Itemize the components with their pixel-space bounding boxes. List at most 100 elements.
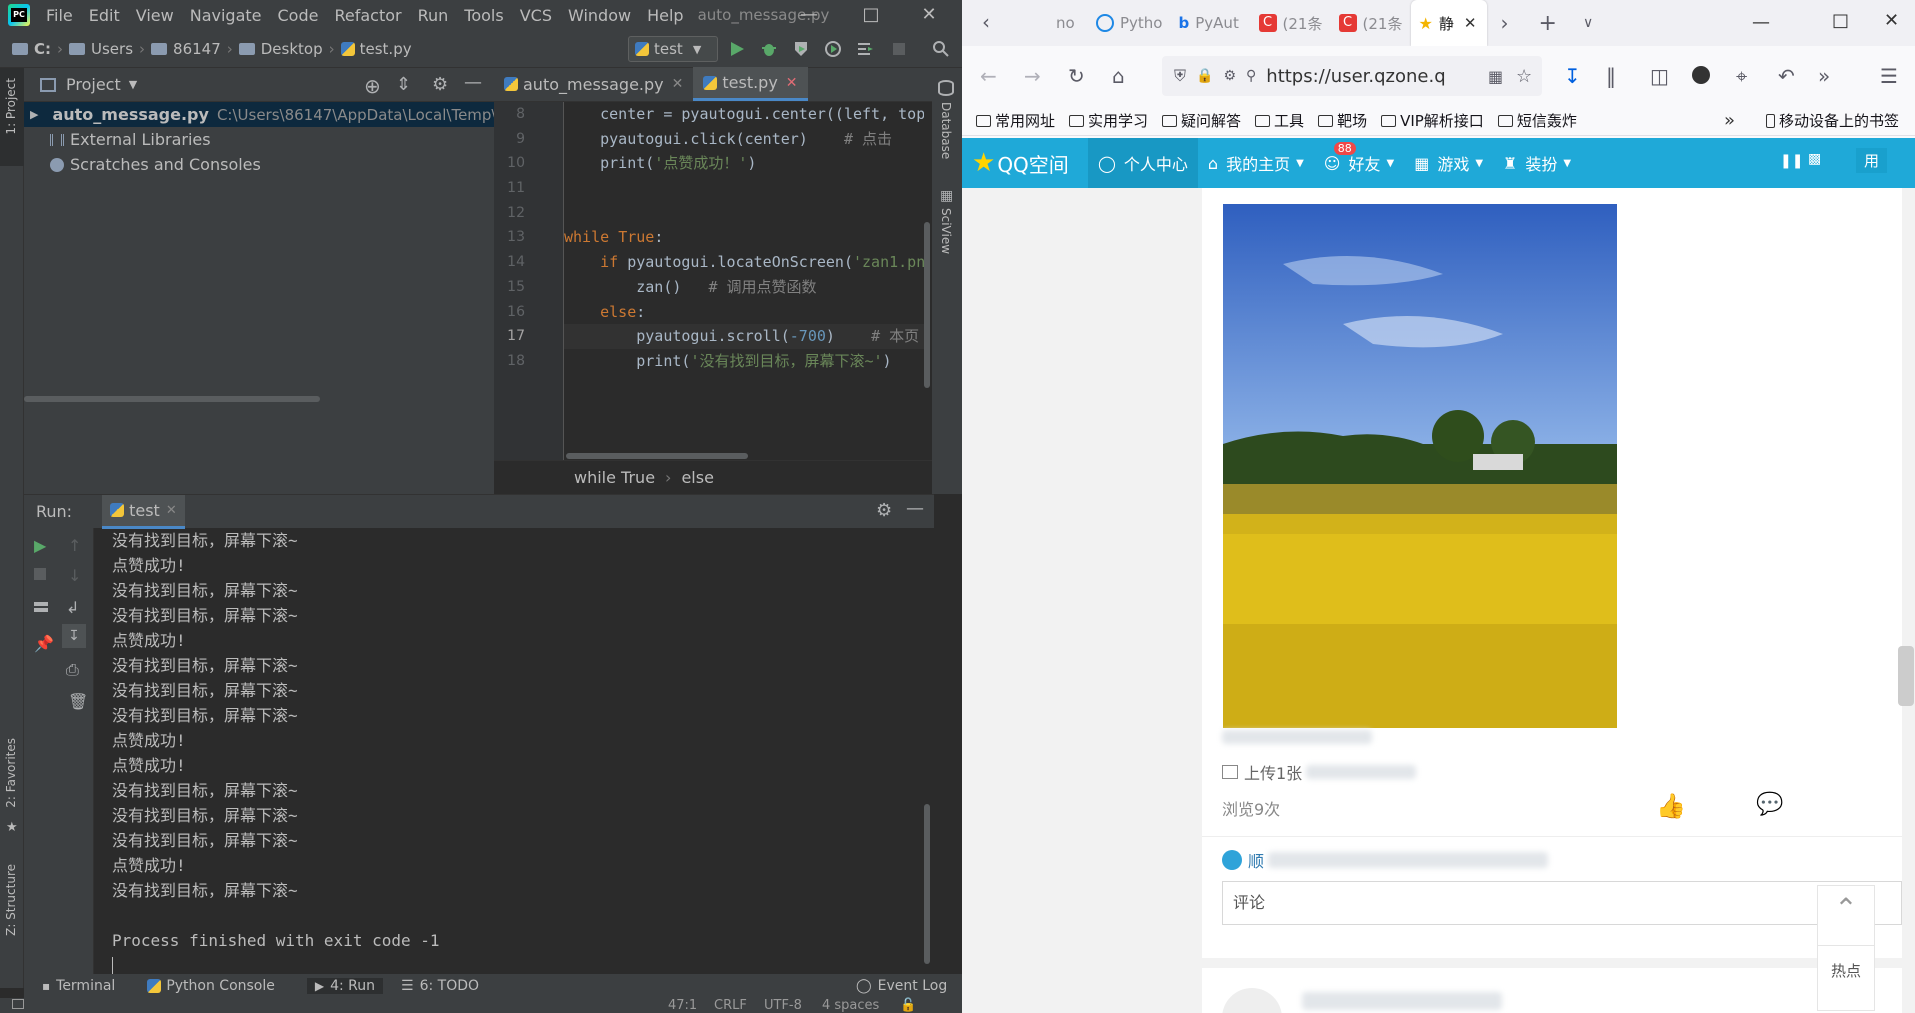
nav-games[interactable]: ▦ 游戏 ▼ bbox=[1404, 138, 1493, 188]
gear-icon[interactable]: ⚙ bbox=[432, 74, 448, 95]
editor-vertical-scrollbar[interactable] bbox=[924, 222, 930, 388]
code-line[interactable] bbox=[564, 176, 924, 201]
tool-tab-run[interactable]: ▶ 4: Run bbox=[306, 978, 384, 994]
tool-tab-terminal[interactable]: ▪ Terminal bbox=[42, 978, 129, 994]
breadcrumb-desktop[interactable]: Desktop bbox=[235, 40, 327, 58]
tool-tab-todo[interactable]: ☰ 6: TODO bbox=[401, 978, 493, 994]
rerun-icon[interactable]: ▶ bbox=[34, 536, 46, 555]
console-output[interactable]: 没有找到目标，屏幕下滚~ 点赞成功! 没有找到目标，屏幕下滚~ 没有找到目标，屏幕下滚… bbox=[94, 528, 934, 974]
layout-icon[interactable] bbox=[34, 602, 48, 612]
minimize-icon[interactable]: — bbox=[1752, 12, 1770, 33]
event-log-button[interactable]: ◯ Event Log bbox=[856, 978, 961, 994]
scroll-tabs-left-icon[interactable]: ‹ bbox=[982, 10, 990, 34]
bookmark-folder[interactable]: 疑问解答 bbox=[1162, 110, 1241, 131]
library-icon[interactable]: ‖ bbox=[1606, 64, 1616, 88]
up-arrow-icon[interactable]: ↑ bbox=[68, 536, 81, 555]
tree-item-external-libraries[interactable]: External Libraries bbox=[24, 127, 494, 152]
down-arrow-icon[interactable]: ↓ bbox=[68, 566, 81, 585]
tree-item-scratches[interactable]: Scratches and Consoles bbox=[24, 152, 494, 177]
indent-setting[interactable]: 4 spaces bbox=[822, 998, 879, 1013]
shield-icon[interactable]: ⛨ bbox=[1174, 66, 1186, 86]
bookmark-folder[interactable]: 工具 bbox=[1255, 110, 1304, 131]
code-line[interactable]: pyautogui.scroll(-700) # 本页 bbox=[564, 324, 924, 349]
code-line[interactable]: zan() # 调用点赞函数 bbox=[564, 275, 924, 300]
nav-my-homepage[interactable]: ⌂ 我的主页 ▼ bbox=[1198, 138, 1314, 188]
hide-icon[interactable]: — bbox=[906, 498, 924, 519]
back-to-top-icon[interactable]: ⌃ bbox=[1818, 892, 1874, 925]
menu-run[interactable]: Run bbox=[410, 6, 457, 25]
pause-icon[interactable]: ❚❚ bbox=[1780, 153, 1803, 169]
menu-view[interactable]: View bbox=[128, 6, 182, 25]
maximize-icon[interactable]: □ bbox=[848, 0, 894, 30]
close-tab-icon[interactable]: ✕ bbox=[1464, 14, 1477, 32]
code-line[interactable]: print('点赞成功！') bbox=[564, 151, 924, 176]
hide-icon[interactable]: — bbox=[464, 72, 482, 93]
tool-tab-database[interactable]: Database bbox=[939, 102, 953, 159]
back-icon[interactable]: ← bbox=[980, 64, 997, 88]
comment-input[interactable]: 评论 bbox=[1222, 881, 1902, 925]
coverage-icon[interactable] bbox=[792, 40, 810, 58]
menu-vcs[interactable]: VCS bbox=[512, 6, 560, 25]
account-avatar-icon[interactable] bbox=[1692, 66, 1710, 84]
breadcrumb-users[interactable]: Users bbox=[65, 40, 137, 58]
breadcrumb-while[interactable]: while True bbox=[574, 468, 655, 487]
tab-auto-message[interactable]: auto_message.py ✕ bbox=[494, 67, 693, 101]
tool-tab-sciview[interactable]: SciView bbox=[939, 208, 953, 254]
project-panel-title[interactable]: Project bbox=[66, 75, 121, 94]
menu-code[interactable]: Code bbox=[270, 6, 327, 25]
menu-tools[interactable]: Tools bbox=[456, 6, 511, 25]
code-line[interactable]: if pyautogui.locateOnScreen('zan1.pn bbox=[564, 250, 924, 275]
chevron-down-icon[interactable]: ▼ bbox=[129, 78, 137, 91]
sidebar-icon[interactable]: ◫ bbox=[1650, 64, 1669, 88]
profile-icon[interactable] bbox=[824, 40, 842, 58]
menu-window[interactable]: Window bbox=[560, 6, 639, 25]
reload-icon[interactable]: ↻ bbox=[1068, 64, 1085, 88]
scroll-tabs-right-icon[interactable]: › bbox=[1501, 11, 1509, 35]
breadcrumb-else[interactable]: else bbox=[681, 468, 713, 487]
code-area[interactable]: center = pyautogui.center((left, top pya… bbox=[564, 102, 924, 460]
code-line[interactable]: print('没有找到目标，屏幕下滚~') bbox=[564, 349, 924, 374]
nav-friends[interactable]: ☺ 88 好友 ▼ bbox=[1314, 138, 1404, 188]
nav-personal-center[interactable]: ◯ 个人中心 bbox=[1088, 138, 1198, 188]
more-bookmarks-icon[interactable]: » bbox=[1724, 110, 1735, 131]
list-tabs-icon[interactable]: ∨ bbox=[1583, 15, 1593, 31]
caret-position[interactable]: 47:1 bbox=[668, 998, 697, 1013]
screenshot-icon[interactable]: ⌖ bbox=[1736, 64, 1747, 88]
mobile-bookmarks[interactable]: 移动设备上的书签 bbox=[1766, 110, 1899, 131]
page-scrollbar[interactable] bbox=[1898, 646, 1914, 706]
scroll-to-end-icon[interactable]: ↧ bbox=[62, 624, 86, 648]
breadcrumb-file[interactable]: test.py bbox=[337, 40, 416, 58]
qr-code-icon[interactable]: ▦ bbox=[1488, 67, 1503, 86]
code-line[interactable] bbox=[564, 201, 924, 226]
debug-icon[interactable] bbox=[760, 40, 778, 58]
comment-icon[interactable]: 💬 bbox=[1756, 792, 1783, 817]
browser-tab-4[interactable]: C (21条 bbox=[1251, 0, 1331, 46]
user-menu[interactable]: 用 bbox=[1856, 148, 1888, 173]
avatar[interactable] bbox=[1222, 988, 1282, 1013]
breadcrumb-86147[interactable]: 86147 bbox=[147, 40, 225, 58]
menu-refactor[interactable]: Refactor bbox=[326, 6, 409, 25]
search-icon[interactable] bbox=[932, 40, 950, 58]
bookmark-folder[interactable]: 短信轰炸 bbox=[1497, 110, 1577, 131]
collapse-all-icon[interactable]: ⇕ bbox=[396, 74, 411, 95]
close-tab-icon[interactable]: ✕ bbox=[166, 503, 177, 518]
close-tab-icon[interactable]: ✕ bbox=[786, 75, 798, 91]
tool-tab-project[interactable]: 1: Project bbox=[4, 78, 18, 135]
run-config-select[interactable]: test ▼ bbox=[628, 36, 718, 62]
pin-icon[interactable]: 📌 bbox=[34, 634, 54, 653]
chevron-right-icon[interactable]: ▶ bbox=[30, 108, 38, 121]
browser-tab-3[interactable]: b PyAut bbox=[1171, 0, 1251, 46]
bookmark-star-icon[interactable]: ☆ bbox=[1516, 66, 1532, 87]
bookmark-folder[interactable]: 实用学习 bbox=[1069, 110, 1148, 131]
browser-tab-5[interactable]: C (21条 bbox=[1331, 0, 1411, 46]
maximize-icon[interactable]: □ bbox=[1832, 10, 1849, 31]
trash-icon[interactable]: 🗑 bbox=[68, 692, 88, 711]
bookmark-folder[interactable]: VIP解析接口 bbox=[1381, 110, 1484, 131]
code-line[interactable]: else: bbox=[564, 300, 924, 325]
locate-icon[interactable]: ⊕ bbox=[364, 74, 381, 98]
menu-navigate[interactable]: Navigate bbox=[182, 6, 270, 25]
stop-icon[interactable] bbox=[34, 568, 46, 580]
breadcrumb-drive[interactable]: C: bbox=[8, 40, 55, 58]
code-line[interactable]: center = pyautogui.center((left, top bbox=[564, 102, 924, 127]
gear-icon[interactable]: ⚙ bbox=[876, 500, 892, 521]
